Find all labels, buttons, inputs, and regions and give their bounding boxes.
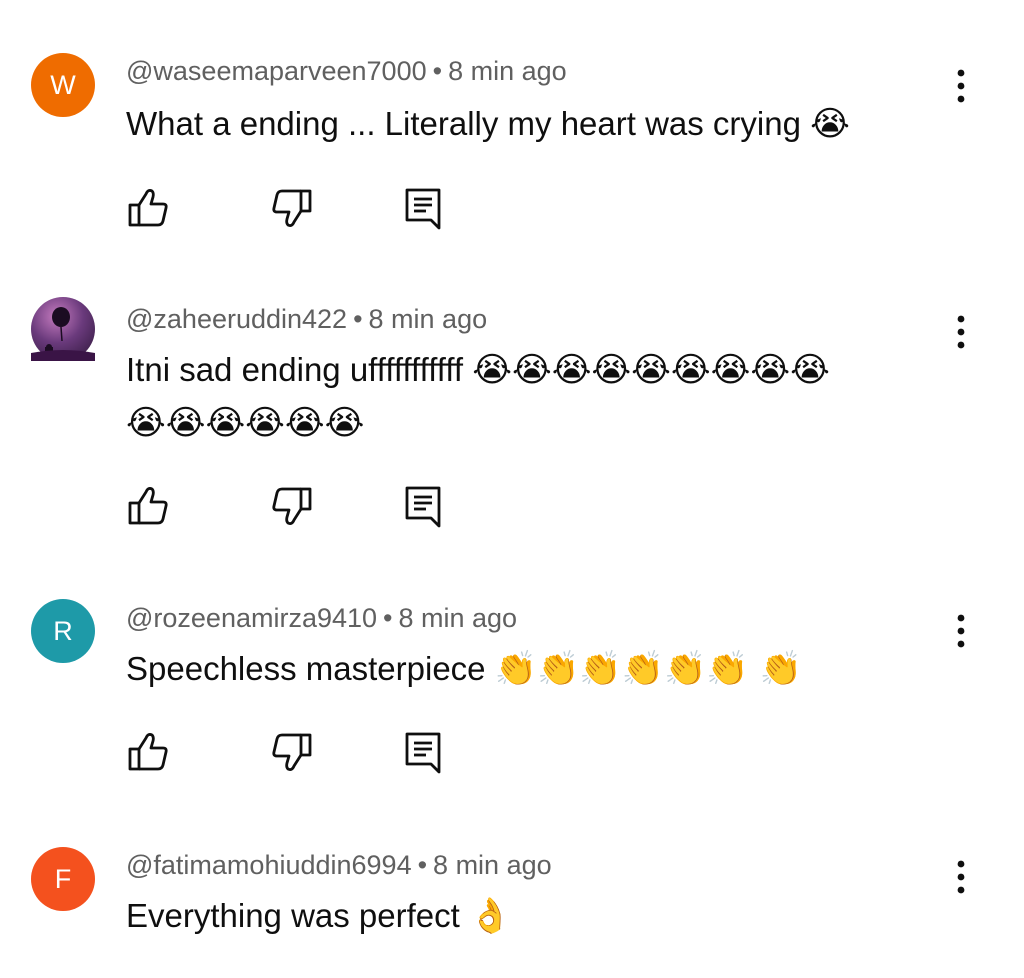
comment-emoji: 😭😭😭😭😭😭: [126, 403, 365, 443]
reply-button[interactable]: [400, 729, 446, 775]
more-vert-icon: [957, 860, 965, 894]
thumbs-up-icon: [128, 487, 168, 525]
comment-body: Speechless masterpiece: [126, 650, 486, 687]
dislike-button[interactable]: [268, 185, 314, 231]
thumbs-down-icon: [272, 733, 312, 771]
more-vert-icon: [957, 614, 965, 648]
more-actions-button[interactable]: [946, 611, 976, 651]
meta-separator: •: [383, 603, 393, 633]
reply-button[interactable]: [400, 185, 446, 231]
avatar[interactable]: W: [31, 53, 95, 117]
comment-body: Everything was perfect: [126, 897, 460, 934]
reply-button[interactable]: [400, 483, 446, 529]
comment-meta: @fatimamohiuddin6994 • 8 min ago: [126, 850, 552, 881]
comment-text: Everything was perfect 👌: [126, 889, 511, 943]
reply-icon: [405, 486, 441, 528]
avatar-letter: W: [50, 69, 76, 100]
comment-author[interactable]: @rozeenamirza9410: [126, 603, 377, 633]
thumbs-up-icon: [128, 733, 168, 771]
comment-body: What a ending ... Literally my heart was…: [126, 105, 801, 142]
avatar[interactable]: [31, 297, 95, 361]
comment-emoji: 👏👏👏👏👏👏 👏: [494, 649, 802, 689]
reply-icon: [405, 188, 441, 230]
comment-time[interactable]: 8 min ago: [433, 850, 552, 880]
avatar-image: [31, 307, 95, 361]
avatar-letter: F: [54, 863, 72, 894]
comment-author[interactable]: @waseemaparveen7000: [126, 56, 427, 86]
more-actions-button[interactable]: [946, 66, 976, 106]
dislike-button[interactable]: [268, 729, 314, 775]
comment-author[interactable]: @zaheeruddin422: [126, 304, 347, 334]
more-vert-icon: [957, 315, 965, 349]
comment-author[interactable]: @fatimamohiuddin6994: [126, 850, 412, 880]
comment-time[interactable]: 8 min ago: [448, 56, 567, 86]
comment-time[interactable]: 8 min ago: [399, 603, 518, 633]
more-actions-button[interactable]: [946, 312, 976, 352]
comment-emoji: 👌: [469, 896, 512, 936]
meta-separator: •: [353, 304, 363, 334]
comment-text-line2: 😭😭😭😭😭😭: [126, 396, 364, 450]
avatar[interactable]: R: [31, 599, 95, 663]
reply-icon: [405, 732, 441, 774]
thumbs-down-icon: [272, 189, 312, 227]
comment-actions: [0, 185, 500, 231]
comment-text: Speechless masterpiece 👏👏👏👏👏👏 👏: [126, 642, 802, 696]
dislike-button[interactable]: [268, 483, 314, 529]
thumbs-up-icon: [128, 189, 168, 227]
comment-meta: @zaheeruddin422 • 8 min ago: [126, 304, 487, 335]
more-actions-button[interactable]: [946, 857, 976, 897]
comment-actions: [0, 483, 500, 529]
like-button[interactable]: [126, 729, 172, 775]
comment-text: Itni sad ending ufffffffffff 😭😭😭😭😭😭😭😭😭: [126, 343, 830, 397]
avatar-letter: R: [53, 615, 73, 646]
more-vert-icon: [957, 69, 965, 103]
meta-separator: •: [417, 850, 428, 880]
comment-text: What a ending ... Literally my heart was…: [126, 97, 850, 151]
comment-meta: @waseemaparveen7000 • 8 min ago: [126, 56, 567, 87]
comment-body: Itni sad ending ufffffffffff: [126, 351, 464, 388]
meta-separator: •: [432, 56, 443, 86]
comment-emoji: 😭😭😭😭😭😭😭😭😭: [472, 350, 830, 390]
comment-time[interactable]: 8 min ago: [369, 304, 488, 334]
comment-emoji: 😭: [810, 104, 850, 144]
comment-actions: [0, 729, 500, 775]
comment-meta: @rozeenamirza9410 • 8 min ago: [126, 603, 517, 634]
thumbs-down-icon: [272, 487, 312, 525]
like-button[interactable]: [126, 483, 172, 529]
avatar[interactable]: F: [31, 847, 95, 911]
like-button[interactable]: [126, 185, 172, 231]
